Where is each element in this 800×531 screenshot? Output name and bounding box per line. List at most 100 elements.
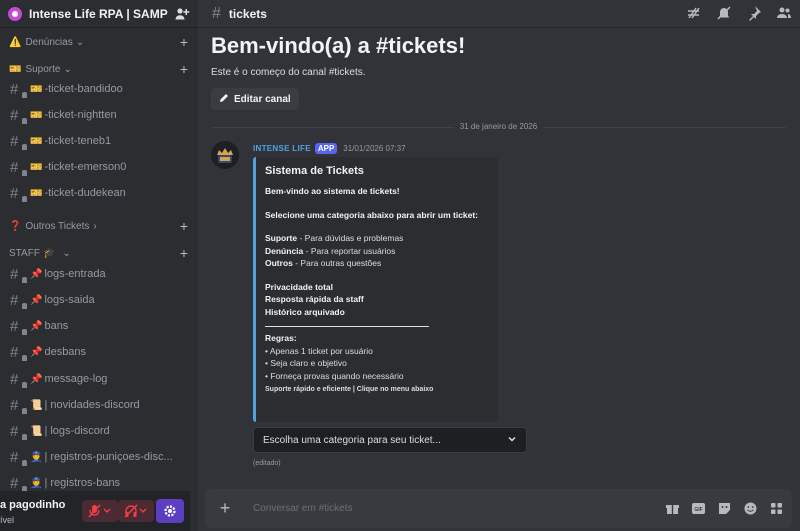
category-outros-tickets[interactable]: ❓ Outros Tickets › +	[9, 218, 188, 234]
mute-button[interactable]	[82, 500, 118, 522]
username[interactable]: a pagodinho	[0, 499, 65, 511]
gear-icon	[164, 505, 176, 517]
embed-footer: Suporte rápido e eficiente | Clique no m…	[265, 386, 434, 393]
threads-icon[interactable]	[686, 5, 702, 21]
embed-feature: Resposta rápida da staff	[265, 294, 364, 304]
welcome-title: Bem-vindo(a) a #tickets!	[211, 33, 466, 58]
police-officer-icon: 👮	[30, 477, 43, 489]
channel-item[interactable]: # 📌 bans	[6, 315, 192, 337]
embed-instruction: Selecione uma categoria abaixo para abri…	[265, 209, 479, 220]
server-icon	[8, 6, 22, 21]
embed-option: Denúncia - Para reportar usuários	[265, 245, 396, 256]
channel-list: ⚠️ Denúncias ⌄ + 🎫 Suporte ⌄ + # 🎫 -tick…	[0, 28, 198, 491]
channel-item[interactable]: # 🎫 -ticket-dudekean	[6, 182, 192, 204]
add-channel-icon[interactable]: +	[180, 61, 188, 77]
attach-plus-icon[interactable]: +	[205, 498, 245, 519]
text-channel-icon: #	[10, 423, 27, 440]
channel-item[interactable]: # 🎫 -ticket-teneb1	[6, 130, 192, 152]
category-label: Suporte	[25, 63, 61, 75]
message-composer[interactable]: + Conversar em #tickets GIF	[205, 489, 792, 528]
channel-label: -ticket-dudekean	[44, 187, 126, 199]
embed-rule: • Seja claro e objetivo	[265, 358, 347, 368]
channel-item[interactable]: # 📌 message-log	[6, 368, 192, 390]
scroll-icon: 📜	[30, 399, 43, 411]
chevron-right-icon: ›	[93, 220, 97, 232]
edit-channel-button[interactable]: Editar canal	[211, 88, 299, 110]
text-channel-icon: #	[10, 185, 27, 202]
channel-item[interactable]: # 🎫 -ticket-nightten	[6, 104, 192, 126]
channel-label: bans	[44, 320, 69, 332]
text-channel-icon: #	[10, 266, 27, 283]
embed-option: Outros - Para outras questões	[265, 258, 382, 268]
composer-placeholder: Conversar em #tickets	[253, 503, 353, 514]
category-staff[interactable]: 🎓 STAFF ⌄ +	[9, 245, 188, 261]
text-channel-icon: #	[212, 4, 221, 22]
category-suporte[interactable]: 🎫 Suporte ⌄ +	[9, 61, 188, 77]
channel-label: desbans	[44, 346, 87, 358]
pencil-icon	[219, 93, 229, 106]
channel-header: # tickets	[198, 0, 800, 28]
channel-label: -ticket-nightten	[44, 109, 117, 121]
channel-item[interactable]: # 🎫 -ticket-emerson0	[6, 156, 192, 178]
author-name[interactable]: INTENSE LIFE	[253, 144, 311, 153]
embed: Sistema de Tickets Bem-vindo ao sistema …	[253, 157, 498, 422]
server-header[interactable]: Intense Life RPA | SAMP	[0, 0, 198, 28]
app-badge: APP	[314, 143, 338, 154]
channel-sidebar: Intense Life RPA | SAMP ⚠️ Denúncias ⌄ +…	[0, 0, 198, 531]
apps-icon[interactable]	[769, 501, 784, 516]
gif-icon[interactable]: GIF	[691, 501, 706, 516]
channel-item[interactable]: # 📜 | logs-discord	[6, 420, 192, 442]
sticker-icon[interactable]	[717, 501, 732, 516]
channel-label: | novidades-discord	[44, 399, 140, 411]
embed-rule: • Forneça provas quando necessário	[265, 370, 404, 381]
channel-item[interactable]: # 📌 logs-saida	[6, 289, 192, 311]
embed-intro: Bem-vindo ao sistema de tickets!	[265, 186, 400, 196]
add-channel-icon[interactable]: +	[180, 34, 188, 50]
category-label: Denúncias	[25, 36, 73, 48]
channel-label: message-log	[44, 373, 108, 385]
category-label: Outros Tickets	[25, 220, 90, 232]
headphones-muted-icon	[124, 504, 147, 518]
chevron-down-icon	[507, 434, 517, 447]
emoji-icon[interactable]	[743, 501, 758, 516]
server-name: Intense Life RPA | SAMP	[29, 6, 168, 21]
ticket-icon: 🎫	[30, 161, 43, 173]
pushpin-icon: 📌	[30, 346, 43, 358]
channel-label: | logs-discord	[44, 425, 110, 437]
avatar[interactable]	[211, 141, 239, 169]
invite-members-icon[interactable]	[174, 6, 190, 22]
category-denuncias[interactable]: ⚠️ Denúncias ⌄ +	[9, 34, 188, 50]
member-list-icon[interactable]	[776, 5, 792, 21]
ticket-icon: 🎫	[30, 135, 43, 147]
add-channel-icon[interactable]: +	[180, 218, 188, 234]
channel-label: logs-entrada	[44, 268, 106, 280]
deafen-button[interactable]	[118, 500, 154, 522]
composer-toolbar: GIF	[665, 501, 784, 516]
text-channel-icon: #	[10, 397, 27, 414]
channel-item[interactable]: # 📌 desbans	[6, 341, 192, 363]
pin-icon[interactable]	[746, 5, 762, 21]
header-toolbar	[686, 5, 792, 21]
user-settings-button[interactable]	[156, 499, 184, 523]
message-timestamp: 31/01/2026 07:37	[343, 144, 406, 153]
notifications-muted-icon[interactable]	[716, 5, 732, 21]
channel-label: -ticket-teneb1	[44, 135, 112, 147]
channel-item[interactable]: # 📜 | novidades-discord	[6, 394, 192, 416]
pushpin-icon: 📌	[30, 294, 43, 306]
ticket-icon: 🎫	[30, 187, 43, 199]
channel-item[interactable]: # 📌 logs-entrada	[6, 263, 192, 285]
edit-channel-label: Editar canal	[234, 93, 291, 105]
text-channel-icon: #	[10, 107, 27, 124]
scroll-icon: 📜	[30, 425, 43, 437]
channel-item[interactable]: # 👮 | registros-puniçoes-disc...	[6, 446, 192, 468]
channel-title: tickets	[228, 6, 267, 21]
gift-icon[interactable]	[665, 501, 680, 516]
channel-item[interactable]: # 🎫 -ticket-bandidoo	[6, 78, 192, 100]
ticket-icon: 🎫	[30, 109, 43, 121]
channel-item[interactable]: # 👮 | registros-bans	[6, 472, 192, 491]
add-channel-icon[interactable]: +	[180, 245, 188, 261]
channel-label: -ticket-bandidoo	[44, 83, 123, 95]
category-select[interactable]: Escolha uma categoria para seu ticket...	[253, 427, 527, 453]
police-officer-icon: 👮	[30, 451, 43, 463]
chevron-down-icon: ⌄	[63, 63, 72, 75]
